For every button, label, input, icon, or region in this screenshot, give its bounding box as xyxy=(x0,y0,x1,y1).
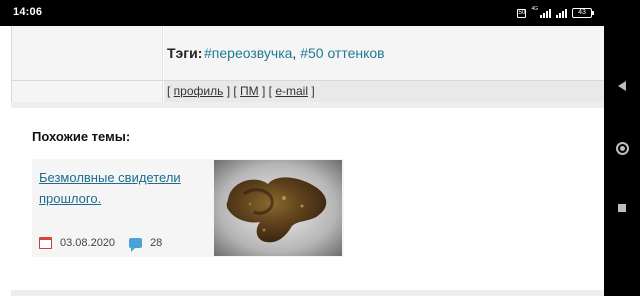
bracket-text: ] [ xyxy=(223,84,241,98)
tags-list: #переозвучка, #50 оттенков xyxy=(204,45,385,61)
pm-link[interactable]: ПМ xyxy=(240,84,259,98)
home-button[interactable] xyxy=(604,136,640,160)
status-bar: 14:06 50 4G 43 xyxy=(0,0,604,26)
recents-button[interactable] xyxy=(604,196,640,220)
web-page[interactable]: Тэги: #переозвучка, #50 оттенков [ профи… xyxy=(0,26,604,296)
status-time: 14:06 xyxy=(13,6,43,18)
android-navigation-bar xyxy=(604,0,640,296)
back-icon xyxy=(618,81,626,91)
similar-topic-card[interactable]: Безмолвные свидетели прошлого. 03.08.202… xyxy=(32,159,344,257)
status-icons: 50 4G 43 xyxy=(517,6,594,19)
bracket-text: ] xyxy=(308,84,315,98)
signal-1-icon xyxy=(540,8,551,18)
phone-screen: 14:06 50 4G 43 Тэги: #переозвучка, #50 о… xyxy=(0,0,604,296)
calendar-icon xyxy=(39,237,52,249)
bracket-text: [ xyxy=(167,84,174,98)
profile-link[interactable]: профиль xyxy=(174,84,224,98)
topic-title-link[interactable]: Безмолвные свидетели прошлого. xyxy=(39,167,199,209)
comment-icon xyxy=(129,238,143,252)
divider xyxy=(11,290,604,296)
profile-links-row: [ профиль ] [ ПМ ] [ e-mail ] xyxy=(164,81,604,102)
signal-2-icon xyxy=(556,8,567,18)
profile-links: [ профиль ] [ ПМ ] [ e-mail ] xyxy=(167,84,315,98)
network-type-label: 4G xyxy=(531,6,538,12)
tags-label: Тэги: xyxy=(167,45,203,61)
topic-thumbnail-image[interactable] xyxy=(214,160,342,256)
rusty-artifact-photo xyxy=(214,160,342,256)
tags-row: Тэги: #переозвучка, #50 оттенков xyxy=(164,26,604,80)
email-link[interactable]: e-mail xyxy=(275,84,308,98)
back-button[interactable] xyxy=(604,74,640,98)
recents-icon xyxy=(618,204,626,212)
similar-topics-heading: Похожие темы: xyxy=(32,129,131,144)
home-icon xyxy=(615,141,629,155)
tag-link-pereozvuchka[interactable]: #переозвучка xyxy=(204,45,292,61)
divider xyxy=(11,102,604,108)
post-author-column xyxy=(12,26,163,102)
topic-comment-count: 28 xyxy=(150,237,163,249)
topic-meta: 03.08.2020 28 xyxy=(39,237,163,252)
tag-link-50-ottenkov[interactable]: #50 оттенков xyxy=(300,45,384,61)
battery-icon: 43 xyxy=(572,8,594,18)
post-info-block: Тэги: #переозвучка, #50 оттенков [ профи… xyxy=(11,26,604,102)
sim-icon: 50 xyxy=(517,8,527,18)
topic-date: 03.08.2020 xyxy=(60,237,116,249)
bracket-text: ] [ xyxy=(258,84,276,98)
